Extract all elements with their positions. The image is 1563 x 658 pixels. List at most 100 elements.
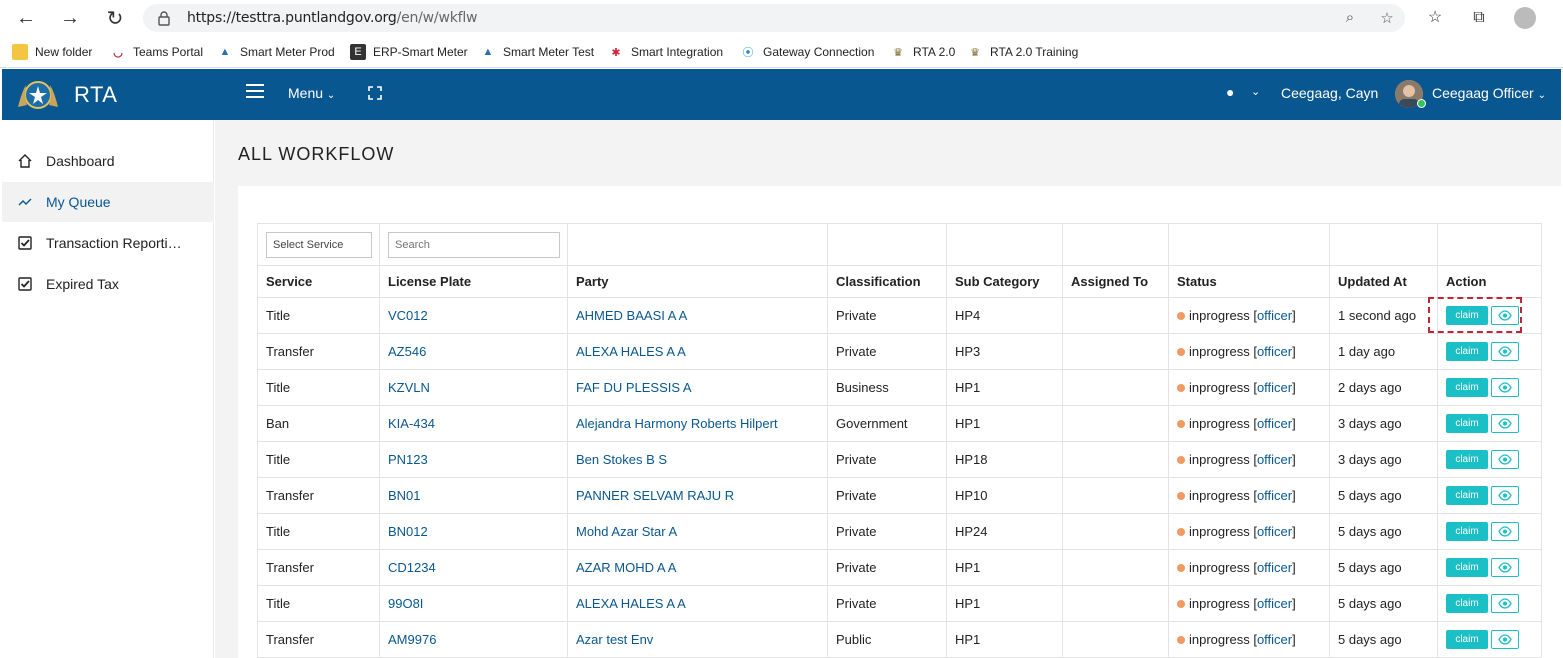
bookmark-new-folder[interactable]: New folder xyxy=(12,43,92,61)
claim-button[interactable]: claim xyxy=(1446,306,1488,325)
cell-party[interactable]: Mohd Azar Star A xyxy=(567,513,828,550)
add-favorite-icon[interactable]: ☆ xyxy=(1377,9,1397,27)
sidebar-item-dashboard[interactable]: Dashboard xyxy=(2,141,214,181)
cell-license-plate[interactable]: KIA-434 xyxy=(379,405,568,442)
cell-license-plate[interactable]: KZVLN xyxy=(379,369,568,406)
view-button[interactable] xyxy=(1491,306,1519,325)
bookmark-rta-2-training[interactable]: ♛ RTA 2.0 Training xyxy=(967,43,1078,61)
column-header-assigned-to[interactable]: Assigned To xyxy=(1062,265,1169,298)
claim-button[interactable]: claim xyxy=(1446,342,1488,361)
favorites-icon[interactable]: ☆ xyxy=(1424,7,1446,29)
menu-dropdown[interactable]: Menu ⌄ xyxy=(288,85,335,101)
cell-party[interactable]: FAF DU PLESSIS A xyxy=(567,369,828,406)
cell-party[interactable]: ALEXA HALES A A xyxy=(567,585,828,622)
eye-icon xyxy=(1498,418,1512,429)
status-role-link[interactable]: officer xyxy=(1257,560,1292,575)
cell-party[interactable]: Alejandra Harmony Roberts Hilpert xyxy=(567,405,828,442)
column-header-updated-at[interactable]: Updated At xyxy=(1329,265,1438,298)
sidebar-item-my-queue[interactable]: My Queue xyxy=(2,182,214,222)
cell-party[interactable]: AZAR MOHD A A xyxy=(567,549,828,586)
bookmark-smart-meter-test[interactable]: ▲ Smart Meter Test xyxy=(480,43,595,61)
status-role-link[interactable]: officer xyxy=(1257,416,1292,431)
search-input[interactable] xyxy=(388,231,560,258)
status-dot-icon xyxy=(1177,455,1185,464)
column-header-service[interactable]: Service xyxy=(257,265,380,298)
sidebar-item-expired-tax[interactable]: Expired Tax xyxy=(2,264,214,304)
bookmark-gateway-connection[interactable]: ⦿ Gateway Connection xyxy=(740,43,875,61)
bookmark-teams-portal[interactable]: ◡ Teams Portal xyxy=(110,43,203,61)
view-button[interactable] xyxy=(1491,342,1519,361)
cell-service: Title xyxy=(257,513,380,550)
view-button[interactable] xyxy=(1491,414,1519,433)
cell-license-plate[interactable]: VC012 xyxy=(379,297,568,334)
select-service-dropdown[interactable] xyxy=(266,231,372,258)
claim-button[interactable]: claim xyxy=(1446,414,1488,433)
cell-party[interactable]: PANNER SELVAM RAJU R xyxy=(567,477,828,514)
user-icon[interactable]: ● xyxy=(1226,84,1234,100)
url-text: https://testtra.puntlandgov.org/en/w/wkf… xyxy=(187,10,478,26)
view-button[interactable] xyxy=(1491,594,1519,613)
role-label: Ceegaag Officer xyxy=(1432,85,1534,101)
cell-license-plate[interactable]: BN012 xyxy=(379,513,568,550)
status-role-link[interactable]: officer xyxy=(1257,596,1292,611)
view-button[interactable] xyxy=(1491,486,1519,505)
sidebar-item-transaction-reporting[interactable]: Transaction Reporting xyxy=(2,223,214,263)
view-button[interactable] xyxy=(1491,450,1519,469)
claim-button[interactable]: claim xyxy=(1446,558,1488,577)
column-header-license-plate[interactable]: License Plate xyxy=(379,265,568,298)
zoom-icon[interactable]: ⌕ xyxy=(1340,9,1360,27)
address-bar[interactable]: https://testtra.puntlandgov.org/en/w/wkf… xyxy=(143,4,1405,32)
forward-icon[interactable]: → xyxy=(57,6,83,30)
reload-icon[interactable]: ↻ xyxy=(102,6,128,30)
cell-license-plate[interactable]: PN123 xyxy=(379,441,568,478)
table-row: Transfer AZ546 ALEXA HALES A A Private HP3 in… xyxy=(257,333,1542,370)
status-role-link[interactable]: officer xyxy=(1257,452,1292,467)
claim-button[interactable]: claim xyxy=(1446,522,1488,541)
view-button[interactable] xyxy=(1491,378,1519,397)
chevron-down-icon[interactable]: ⌄ xyxy=(1251,85,1260,98)
bookmark-erp-smart-meter[interactable]: E ERP-Smart Meter xyxy=(350,43,468,61)
back-icon[interactable]: ← xyxy=(13,6,39,30)
cell-license-plate[interactable]: AZ546 xyxy=(379,333,568,370)
browser-profile-icon[interactable] xyxy=(1514,7,1536,29)
claim-button[interactable]: claim xyxy=(1446,594,1488,613)
view-button[interactable] xyxy=(1491,630,1519,649)
status-role-link[interactable]: officer xyxy=(1257,344,1292,359)
column-header-status[interactable]: Status xyxy=(1168,265,1330,298)
cell-party[interactable]: Azar test Env xyxy=(567,621,828,658)
fullscreen-icon[interactable] xyxy=(368,86,382,100)
cell-party[interactable]: Ben Stokes B S xyxy=(567,441,828,478)
bookmark-smart-meter-prod[interactable]: ▲ Smart Meter Prod xyxy=(217,43,335,61)
claim-button[interactable]: claim xyxy=(1446,378,1488,397)
cell-party[interactable]: ALEXA HALES A A xyxy=(567,333,828,370)
cell-license-plate[interactable]: CD1234 xyxy=(379,549,568,586)
cell-status: inprogress [officer] xyxy=(1168,441,1330,478)
status-role-link[interactable]: officer xyxy=(1257,632,1292,647)
status-role-link[interactable]: officer xyxy=(1257,524,1292,539)
column-header-classification[interactable]: Classification xyxy=(827,265,947,298)
cell-classification: Private xyxy=(827,585,947,622)
status-role-link[interactable]: officer xyxy=(1257,380,1292,395)
cell-license-plate[interactable]: 99O8I xyxy=(379,585,568,622)
cell-assigned-to xyxy=(1062,513,1169,550)
view-button[interactable] xyxy=(1491,558,1519,577)
hamburger-icon[interactable] xyxy=(246,84,264,102)
column-header-sub-category[interactable]: Sub Category xyxy=(946,265,1063,298)
claim-button[interactable]: claim xyxy=(1446,630,1488,649)
collections-icon[interactable]: ⧉ xyxy=(1468,7,1490,29)
emblem-icon: ♛ xyxy=(970,46,980,59)
claim-button[interactable]: claim xyxy=(1446,486,1488,505)
claim-button[interactable]: claim xyxy=(1446,450,1488,469)
status-role-link[interactable]: officer xyxy=(1257,308,1292,323)
bookmark-rta-2[interactable]: ♛ RTA 2.0 xyxy=(890,43,955,61)
cell-license-plate[interactable]: AM9976 xyxy=(379,621,568,658)
bookmark-label: Smart Meter Prod xyxy=(240,45,335,59)
status-role-link[interactable]: officer xyxy=(1257,488,1292,503)
cell-license-plate[interactable]: BN01 xyxy=(379,477,568,514)
sidebar-item-label: My Queue xyxy=(46,194,111,210)
view-button[interactable] xyxy=(1491,522,1519,541)
column-header-party[interactable]: Party xyxy=(567,265,828,298)
cell-party[interactable]: AHMED BAASI A A xyxy=(567,297,828,334)
role-dropdown[interactable]: Ceegaag Officer ⌄ xyxy=(1432,85,1546,101)
bookmark-smart-integration[interactable]: ✱ Smart Integration xyxy=(608,43,723,61)
